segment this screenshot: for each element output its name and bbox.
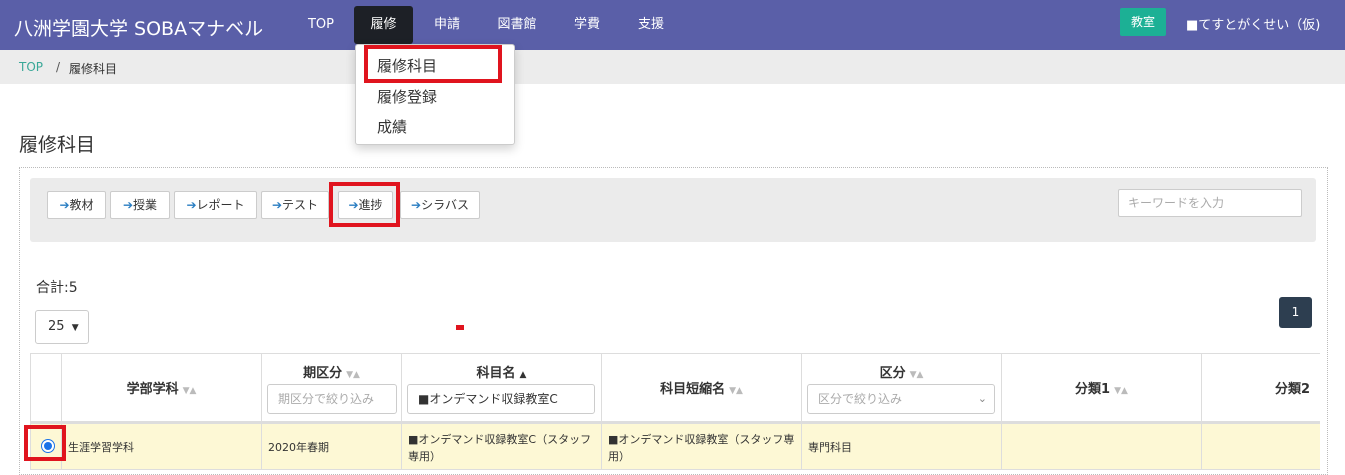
cell-class2 xyxy=(1202,424,1320,470)
cell-term: 2020年春期 xyxy=(262,424,402,470)
syllabus-button[interactable]: ➔シラバス xyxy=(400,191,480,219)
user-menu[interactable]: ■てすとがくせい（仮) xyxy=(1186,14,1320,33)
per-page-select[interactable]: 25 ▼ xyxy=(35,310,89,344)
sort-ascending-icon: ▲ xyxy=(519,370,527,380)
highlight-progress-button xyxy=(329,182,400,227)
sort-icon: ▼▲ xyxy=(729,386,743,396)
table-row[interactable]: 生涯学習学科 2020年春期 ■オンデマンド収録教室C（スタッフ専用） ■オンデ… xyxy=(30,424,1320,470)
column-header-department[interactable]: 学部学科 ▼▲ xyxy=(62,353,262,423)
sort-icon: ▼▲ xyxy=(182,386,197,396)
arrow-right-icon: ➔ xyxy=(59,198,70,212)
app-title[interactable]: 八洲学園大学 SOBAマナベル xyxy=(14,14,263,41)
total-count: 合計:5 xyxy=(36,280,78,296)
caret-down-icon: ▼ xyxy=(71,323,79,333)
term-filter-select[interactable]: 期区分で絞り込み xyxy=(267,384,397,414)
dropdown-item-grades[interactable]: 成績 xyxy=(377,116,407,137)
lessons-button[interactable]: ➔授業 xyxy=(110,191,170,219)
column-header-term[interactable]: 期区分 ▼▲ 期区分で絞り込み xyxy=(262,353,402,423)
category-filter-select[interactable]: 区分で絞り込み ⌄ xyxy=(807,384,995,414)
classroom-button[interactable]: 教室 xyxy=(1120,8,1166,36)
column-header-class2[interactable]: 分類2 xyxy=(1202,353,1320,423)
column-header-course[interactable]: 科目名 ▲ ■オンデマンド収録教室C xyxy=(402,353,602,423)
materials-button[interactable]: ➔教材 xyxy=(47,191,106,219)
select-column-header xyxy=(30,353,62,423)
column-header-class1[interactable]: 分類1 ▼▲ xyxy=(1002,353,1202,423)
nav-item-library[interactable]: 図書館 xyxy=(484,6,550,44)
cell-department: 生涯学習学科 xyxy=(62,424,262,470)
column-header-category[interactable]: 区分 ▼▲ 区分で絞り込み ⌄ xyxy=(802,353,1002,423)
sort-icon: ▼▲ xyxy=(1114,386,1128,396)
arrow-right-icon: ➔ xyxy=(186,198,197,212)
nav-item-top[interactable]: TOP xyxy=(296,6,346,44)
cell-course: ■オンデマンド収録教室C（スタッフ専用） xyxy=(402,424,602,470)
arrow-right-icon: ➔ xyxy=(411,198,422,212)
arrow-right-icon: ➔ xyxy=(122,198,134,212)
arrow-right-icon: ➔ xyxy=(271,198,283,212)
courses-table: 学部学科 ▼▲ 期区分 ▼▲ 期区分で絞り込み 科目名 ▲ ■オンデマンド収録教室C … xyxy=(30,353,1320,475)
keyword-search-input[interactable] xyxy=(1118,189,1302,217)
sort-icon: ▼▲ xyxy=(346,370,360,380)
cell-short-name: ■オンデマンド収録教室（スタッフ専用） xyxy=(602,424,802,470)
breadcrumb: TOP / 履修科目 xyxy=(0,50,1345,84)
breadcrumb-separator: / xyxy=(56,60,61,74)
page-title: 履修科目 xyxy=(19,134,96,156)
cell-category: 専門科目 xyxy=(802,424,1002,470)
nav-item-applications[interactable]: 申請 xyxy=(421,6,473,44)
test-button[interactable]: ➔テスト xyxy=(261,191,329,219)
nav-item-courses[interactable]: 履修 xyxy=(354,6,413,44)
breadcrumb-home-link[interactable]: TOP xyxy=(19,60,43,74)
red-marker xyxy=(456,325,464,330)
cell-class1 xyxy=(1002,424,1202,470)
chevron-down-icon: ⌄ xyxy=(977,392,987,405)
nav-item-tuition[interactable]: 学費 xyxy=(560,6,614,44)
top-navbar: 八洲学園大学 SOBAマナベル TOP 履修 申請 図書館 学費 支援 教室 ■… xyxy=(0,0,1345,50)
highlight-registered-courses xyxy=(364,45,502,83)
column-header-short-name[interactable]: 科目短縮名 ▼▲ xyxy=(602,353,802,423)
highlight-row-radio xyxy=(24,425,66,461)
sort-icon: ▼▲ xyxy=(909,370,924,380)
course-filter-input[interactable]: ■オンデマンド収録教室C xyxy=(407,384,595,414)
pagination-page-1[interactable]: 1 xyxy=(1279,297,1312,328)
breadcrumb-current: 履修科目 xyxy=(69,62,118,76)
dropdown-item-course-registration[interactable]: 履修登録 xyxy=(377,86,437,107)
nav-item-support[interactable]: 支援 xyxy=(624,6,678,44)
report-button[interactable]: ➔レポート xyxy=(174,191,257,219)
